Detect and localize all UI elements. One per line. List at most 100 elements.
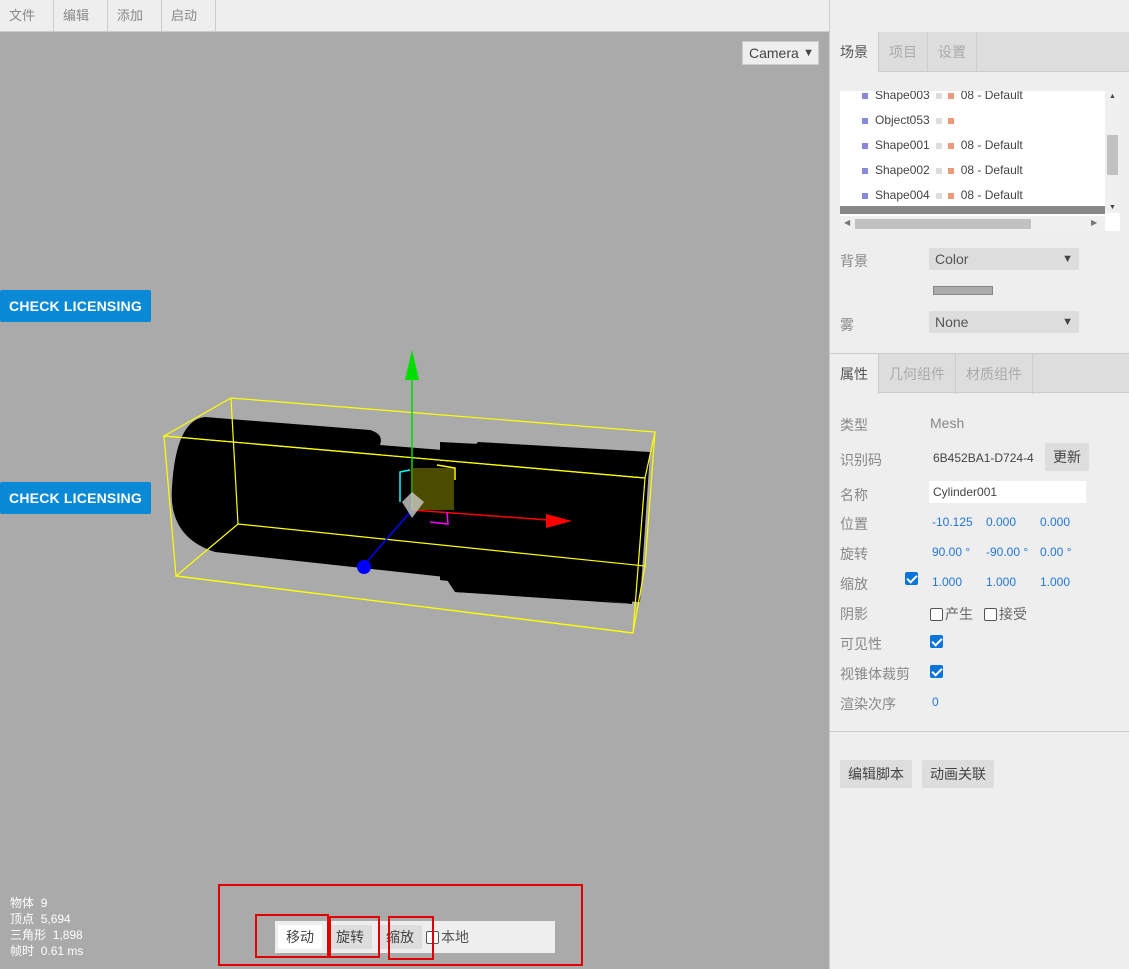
- geometry-icon: [862, 167, 868, 174]
- camera-select-value: Camera: [749, 45, 799, 61]
- position-z[interactable]: 0.000: [1040, 515, 1070, 529]
- visible-label: 可见性: [840, 636, 882, 652]
- highlight-box: [388, 916, 434, 960]
- viewport[interactable]: Camera ▼ CHECK LICENSING CHECK LICENSING…: [0, 32, 829, 969]
- check-licensing-button[interactable]: CHECK LICENSING: [0, 290, 151, 322]
- name-label: 名称: [840, 487, 868, 503]
- geometry-icon: [862, 92, 868, 99]
- outliner-item[interactable]: Shape002 08 - Default: [840, 158, 1120, 183]
- edit-script-button[interactable]: 编辑脚本: [840, 760, 912, 788]
- outliner-item-name: Shape001: [875, 138, 930, 152]
- outliner-item[interactable]: Shape003 08 - Default: [840, 91, 1120, 108]
- separator-icon: [935, 142, 942, 149]
- chevron-down-icon: ▼: [1062, 253, 1073, 265]
- cast-shadow-label: 产生: [945, 606, 973, 622]
- outliner-item-name: Shape003: [875, 91, 930, 102]
- menu-play[interactable]: 启动: [162, 0, 216, 32]
- stat-label: 三角形: [10, 928, 47, 942]
- check-licensing-button[interactable]: CHECK LICENSING: [0, 482, 151, 514]
- menu-file[interactable]: 文件: [0, 0, 54, 32]
- menu-add[interactable]: 添加: [108, 0, 162, 32]
- scene-tabs: 场景 项目 设置: [830, 32, 1129, 72]
- scroll-right-icon[interactable]: ▶: [1091, 218, 1097, 227]
- render-order-value[interactable]: 0: [932, 695, 939, 709]
- position-x[interactable]: -10.125: [932, 515, 973, 529]
- geometry-icon: [862, 117, 868, 124]
- scale-lock-checkbox[interactable]: [905, 572, 918, 585]
- material-icon: [947, 117, 954, 124]
- selected-row[interactable]: [840, 206, 1105, 214]
- outliner-item[interactable]: Shape004 08 - Default: [840, 183, 1120, 208]
- scale-x[interactable]: 1.000: [932, 575, 962, 589]
- highlight-box: [255, 914, 329, 958]
- background-select[interactable]: Color ▼: [929, 248, 1079, 270]
- receive-shadow-toggle[interactable]: 接受: [984, 604, 1027, 624]
- stat-objects: 9: [40, 896, 48, 910]
- outliner-vertical-scrollbar[interactable]: ▲ ▼: [1105, 91, 1120, 213]
- background-select-value: Color: [935, 251, 969, 267]
- menu-edit[interactable]: 编辑: [54, 0, 108, 32]
- background-color-swatch[interactable]: [933, 286, 993, 295]
- uuid-value: 6B452BA1-D724-4: [933, 451, 1034, 465]
- scrollbar-thumb[interactable]: [855, 219, 1031, 229]
- stat-frametime: 0.61 ms: [40, 944, 84, 958]
- chevron-down-icon: ▼: [1062, 316, 1073, 328]
- sidebar: 场景 项目 设置 Shape003 08 - Default Object053 …: [829, 0, 1129, 969]
- scroll-down-icon[interactable]: ▼: [1109, 204, 1116, 211]
- tab-geometry[interactable]: 几何组件: [879, 354, 956, 394]
- separator-icon: [935, 192, 942, 199]
- type-value: Mesh: [930, 415, 965, 431]
- divider: [830, 731, 1129, 732]
- tab-material[interactable]: 材质组件: [956, 354, 1033, 394]
- geometry-icon: [862, 192, 868, 199]
- highlight-box: [329, 916, 380, 958]
- scene-outliner[interactable]: Shape003 08 - Default Object053 Shape001 0…: [840, 91, 1120, 231]
- name-field[interactable]: Cylinder001: [929, 481, 1086, 503]
- scale-z[interactable]: 1.000: [1040, 575, 1070, 589]
- uuid-renew-button[interactable]: 更新: [1045, 443, 1089, 471]
- render-order-label: 渲染次序: [840, 696, 896, 712]
- camera-select[interactable]: Camera ▼: [742, 41, 819, 65]
- receive-shadow-checkbox[interactable]: [984, 607, 997, 621]
- outliner-item-material: 08 - Default: [960, 163, 1023, 177]
- rotation-y[interactable]: -90.00 °: [986, 545, 1028, 559]
- y-axis-arrow-icon: [405, 350, 419, 380]
- fog-select[interactable]: None ▼: [929, 311, 1079, 333]
- scroll-up-icon[interactable]: ▲: [1109, 93, 1116, 100]
- rotation-z[interactable]: 0.00 °: [1040, 545, 1072, 559]
- animation-link-button[interactable]: 动画关联: [922, 760, 994, 788]
- outliner-item[interactable]: Object053: [840, 108, 1120, 133]
- geometry-icon: [862, 142, 868, 149]
- tab-scene[interactable]: 场景: [830, 32, 879, 72]
- type-label: 类型: [840, 417, 868, 433]
- menubar: 文件 编辑 添加 启动: [0, 0, 829, 32]
- uuid-label: 识别码: [840, 452, 882, 468]
- outliner-item[interactable]: Shape001 08 - Default: [840, 133, 1120, 158]
- frustum-culled-label: 视锥体裁剪: [840, 666, 910, 682]
- tab-settings[interactable]: 设置: [928, 32, 977, 72]
- outliner-horizontal-scrollbar[interactable]: ◀ ▶: [840, 216, 1105, 231]
- material-icon: [947, 142, 954, 149]
- shadow-label: 阴影: [840, 606, 868, 622]
- frustum-culled-checkbox[interactable]: [930, 665, 943, 678]
- material-icon: [947, 167, 954, 174]
- chevron-down-icon: ▼: [803, 47, 814, 59]
- separator-icon: [935, 92, 942, 99]
- tab-project[interactable]: 项目: [879, 32, 928, 72]
- scroll-left-icon[interactable]: ◀: [844, 218, 850, 227]
- separator-icon: [935, 117, 942, 124]
- z-axis-handle-icon: [357, 560, 371, 574]
- fog-label: 雾: [840, 317, 854, 333]
- visible-checkbox[interactable]: [930, 635, 943, 648]
- scale-y[interactable]: 1.000: [986, 575, 1016, 589]
- rotation-x[interactable]: 90.00 °: [932, 545, 970, 559]
- tab-object[interactable]: 属性: [830, 354, 879, 394]
- fog-select-value: None: [935, 314, 969, 330]
- position-y[interactable]: 0.000: [986, 515, 1016, 529]
- receive-shadow-label: 接受: [999, 606, 1027, 622]
- cast-shadow-checkbox[interactable]: [930, 607, 943, 621]
- cast-shadow-toggle[interactable]: 产生: [930, 604, 973, 624]
- stat-label: 帧时: [10, 944, 35, 958]
- scrollbar-thumb[interactable]: [1107, 135, 1118, 175]
- outliner-item-name: Shape002: [875, 163, 930, 177]
